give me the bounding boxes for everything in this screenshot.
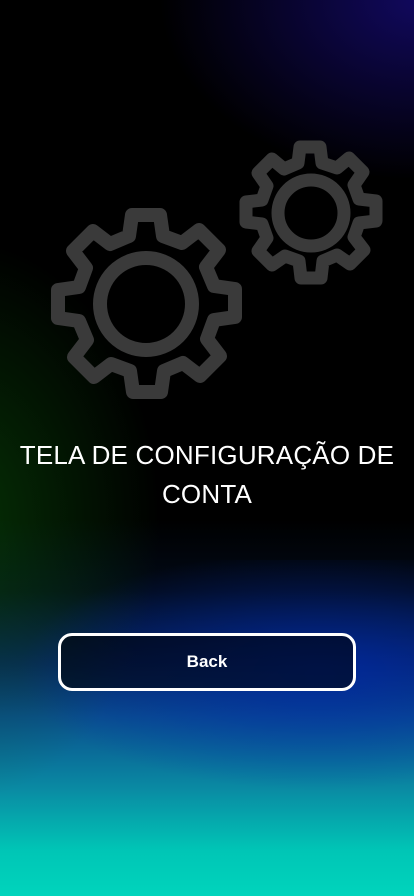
small-gear-icon bbox=[239, 140, 383, 285]
page-title: TELA DE CONFIGURAÇÃO DE CONTA bbox=[19, 440, 395, 509]
back-button[interactable]: Back bbox=[58, 633, 356, 691]
settings-screen: TELA DE CONFIGURAÇÃO DE CONTA Back bbox=[0, 0, 414, 896]
large-gear-icon bbox=[51, 208, 242, 399]
gears-icon bbox=[40, 138, 392, 418]
